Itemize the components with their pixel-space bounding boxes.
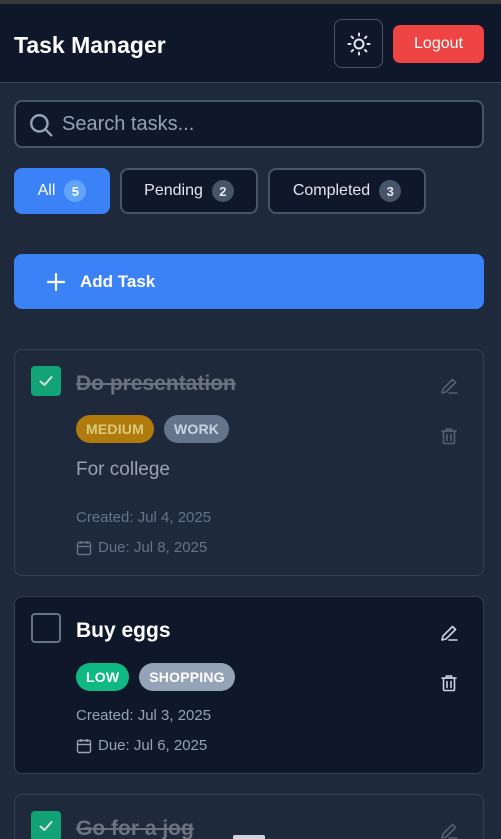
filter-tab-label: All <box>37 182 56 199</box>
theme-toggle-button[interactable] <box>334 19 383 68</box>
task-tags: MEDIUM WORK <box>76 415 230 443</box>
task-card: Buy eggs LOW SHOPPING Created: Jul 3, 20… <box>14 596 484 774</box>
scroll-indicator <box>233 835 265 839</box>
edit-task-button[interactable] <box>437 621 461 645</box>
task-checkbox[interactable] <box>31 366 61 396</box>
trash-icon <box>441 428 457 445</box>
app-header: Task Manager Logout <box>0 4 501 83</box>
task-checkbox[interactable] <box>31 811 61 839</box>
filter-count-badge: 5 <box>64 180 87 202</box>
priority-badge: LOW <box>76 663 130 691</box>
sun-icon <box>347 32 370 55</box>
check-icon <box>39 821 53 831</box>
task-due-label: Due: Jul 8, 2025 <box>98 539 208 556</box>
search-icon <box>30 114 53 137</box>
task-card: Do presentation MEDIUM WORK For college … <box>14 349 484 576</box>
task-due-date: Due: Jul 8, 2025 <box>76 539 207 556</box>
filter-tab-completed[interactable]: Completed 3 <box>268 168 426 214</box>
plus-icon <box>46 272 66 291</box>
task-created-date: Created: Jul 4, 2025 <box>76 509 212 526</box>
task-description: For college <box>76 459 170 480</box>
edit-task-button[interactable] <box>437 819 461 839</box>
app-title: Task Manager <box>14 32 166 58</box>
search-box <box>14 100 484 148</box>
add-task-button[interactable]: Add Task <box>14 254 484 309</box>
task-due-date: Due: Jul 6, 2025 <box>76 737 207 754</box>
pencil-icon <box>441 378 458 394</box>
task-checkbox[interactable] <box>31 613 61 643</box>
pencil-icon <box>441 823 458 839</box>
filter-count-badge: 3 <box>379 180 402 202</box>
filter-tab-pending[interactable]: Pending 2 <box>120 168 258 214</box>
calendar-icon <box>76 738 92 753</box>
add-task-label: Add Task <box>80 271 156 291</box>
priority-badge: MEDIUM <box>76 415 154 443</box>
task-title: Go for a jog <box>76 817 194 839</box>
search-input[interactable] <box>62 108 472 140</box>
filter-count-badge: 2 <box>211 180 234 202</box>
filter-tab-all[interactable]: All 5 <box>14 168 110 214</box>
logout-button[interactable]: Logout <box>393 25 484 63</box>
check-icon <box>39 376 53 386</box>
edit-task-button[interactable] <box>437 374 461 398</box>
task-title: Buy eggs <box>76 619 171 642</box>
trash-icon <box>441 675 457 692</box>
pencil-icon <box>441 625 458 641</box>
delete-task-button[interactable] <box>437 424 461 448</box>
task-created-date: Created: Jul 3, 2025 <box>76 707 212 724</box>
task-due-label: Due: Jul 6, 2025 <box>98 737 208 754</box>
filter-tab-label: Pending <box>144 182 203 199</box>
category-badge: SHOPPING <box>139 663 235 691</box>
task-title: Do presentation <box>76 372 236 395</box>
delete-task-button[interactable] <box>437 671 461 695</box>
filter-tab-label: Completed <box>292 182 371 199</box>
calendar-icon <box>76 540 92 555</box>
task-card: Go for a jog <box>14 794 484 839</box>
task-tags: LOW SHOPPING <box>76 663 235 691</box>
category-badge: WORK <box>163 415 230 443</box>
